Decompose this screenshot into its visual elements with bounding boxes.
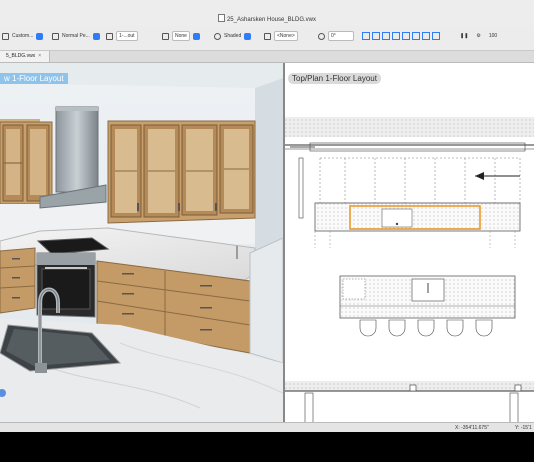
chevron-down-icon bbox=[192, 32, 200, 40]
snap-tangent-icon[interactable] bbox=[412, 32, 420, 40]
render-mode-icon bbox=[214, 32, 221, 40]
viewport-3d[interactable] bbox=[0, 63, 283, 422]
screen-bottom-edge bbox=[0, 432, 534, 462]
class-dropdown[interactable]: Custom... bbox=[2, 31, 45, 41]
snapping-group[interactable] bbox=[362, 31, 442, 41]
view-dropdown[interactable]: <None> bbox=[264, 31, 298, 41]
viewport-3d-label[interactable]: w 1-Floor Layout bbox=[0, 73, 68, 84]
tab-document[interactable]: 5_BLDG.vwx × bbox=[0, 51, 51, 62]
island-plan bbox=[339, 275, 516, 319]
snap-working-plane-icon[interactable] bbox=[422, 32, 430, 40]
snap-intersect-icon[interactable] bbox=[392, 32, 400, 40]
zoom-value[interactable]: 100 bbox=[489, 33, 497, 39]
cursor-y-coordinate: Y: -15'1 bbox=[515, 425, 532, 431]
window-title: 25_Asharsken House_BLDG.vwx bbox=[0, 14, 534, 23]
bar-stools bbox=[359, 319, 493, 337]
lower-cabinet-left bbox=[0, 247, 36, 314]
snap-angle-icon[interactable] bbox=[382, 32, 390, 40]
chevron-down-icon bbox=[36, 32, 44, 40]
class-icon bbox=[2, 32, 9, 40]
snap-loci-icon[interactable] bbox=[432, 32, 440, 40]
rotation-field[interactable]: 0° bbox=[318, 31, 354, 41]
upper-cabinet-left bbox=[0, 121, 53, 205]
layers-none-dropdown[interactable]: None bbox=[162, 31, 202, 41]
document-tabs: 5_BLDG.vwx × bbox=[0, 51, 534, 63]
upper-cabinet-right bbox=[107, 120, 256, 224]
file-icon bbox=[217, 14, 225, 22]
right-tools: ❚❚ ⚙ 100 bbox=[460, 31, 497, 41]
window-titlebar: 25_Asharsken House_BLDG.vwx bbox=[0, 0, 534, 26]
cursor-x-coordinate: X: -354'11.675" bbox=[455, 425, 489, 431]
view-icon bbox=[264, 32, 271, 40]
render-mode-dropdown[interactable]: Shaded bbox=[214, 31, 253, 41]
chevron-down-icon bbox=[244, 32, 252, 40]
layers-options-icon bbox=[162, 32, 169, 40]
view-toolbar: Custom... Normal Pe... 1-...out None Sha… bbox=[0, 26, 534, 71]
viewport-plan[interactable] bbox=[285, 63, 534, 422]
scale-icon bbox=[106, 32, 113, 40]
snap-object-icon[interactable] bbox=[372, 32, 380, 40]
floor-plan-drawing bbox=[285, 117, 534, 422]
layer-dropdown[interactable]: Normal Pe... bbox=[52, 31, 102, 41]
viewport-plan-label[interactable]: Top/Plan 1-Floor Layout bbox=[288, 73, 381, 84]
snap-grid-icon[interactable] bbox=[362, 32, 370, 40]
snap-distance-icon[interactable] bbox=[402, 32, 410, 40]
settings-icon[interactable]: ⚙ bbox=[476, 33, 480, 39]
close-icon[interactable]: × bbox=[38, 53, 41, 59]
kitchen-3d-render bbox=[0, 63, 283, 422]
play-icon[interactable]: ❚❚ bbox=[460, 33, 468, 39]
rotation-icon bbox=[318, 32, 325, 40]
wall-oven bbox=[36, 252, 96, 318]
layer-icon bbox=[52, 32, 59, 40]
scale-dropdown[interactable]: 1-...out bbox=[106, 31, 138, 41]
chevron-down-icon bbox=[92, 32, 100, 40]
